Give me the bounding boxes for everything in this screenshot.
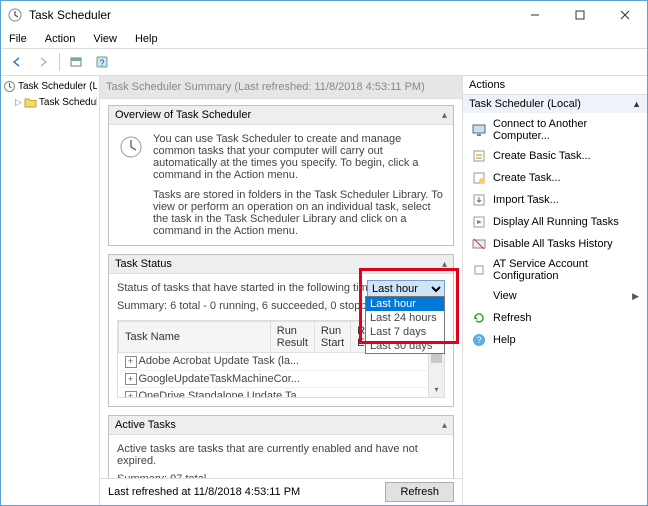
action-refresh[interactable]: Refresh [463,307,647,329]
table-row[interactable]: Adobe Acrobat Update Task (la... [139,355,300,367]
actions-subtitle: Task Scheduler (Local) [469,98,581,110]
task-status-panel: Task Status▴ Status of tasks that have s… [108,254,454,407]
refresh-button[interactable]: Refresh [385,482,454,502]
history-icon [471,236,487,252]
import-icon [471,192,487,208]
tree-panel: Task Scheduler (Local) ▷ Task Scheduler … [1,76,100,505]
menu-view[interactable]: View [89,31,121,47]
menu-file[interactable]: File [5,31,31,47]
tree-root-item[interactable]: Task Scheduler (Local) [3,78,97,94]
refresh-icon [471,310,487,326]
window-title: Task Scheduler [29,8,111,22]
maximize-button[interactable] [557,1,602,29]
time-period-dropdown: Last hour Last 24 hours Last 7 days Last… [365,296,445,354]
status-title: Task Status [115,258,172,270]
toolbar-icon-1[interactable] [64,50,88,74]
toolbar: ? [1,49,647,76]
menu-help[interactable]: Help [131,31,162,47]
collapse-icon[interactable]: ▴ [442,259,447,270]
config-icon [471,262,487,278]
dropdown-option[interactable]: Last 30 days [366,339,444,353]
collapse-icon[interactable]: ▴ [442,110,447,121]
actions-panel: Actions Task Scheduler (Local) ▲ Connect … [462,76,647,505]
overview-p2: Tasks are stored in folders in the Task … [153,189,445,237]
app-icon [7,7,23,23]
expand-row-icon[interactable]: + [125,373,137,385]
svg-text:?: ? [99,58,104,68]
footer-text: Last refreshed at 11/8/2018 4:53:11 PM [108,486,300,498]
svg-text:?: ? [476,335,481,345]
col-runstart[interactable]: Run Start [314,322,350,353]
titlebar: Task Scheduler [1,1,647,29]
action-view[interactable]: View▶ [463,285,647,307]
action-create-task[interactable]: Create Task... [463,167,647,189]
help-button[interactable]: ? [90,50,114,74]
expand-row-icon[interactable]: + [125,391,137,399]
overview-p1: You can use Task Scheduler to create and… [153,133,445,181]
task-icon [471,170,487,186]
collapse-icon[interactable]: ▲ [632,99,641,109]
minimize-button[interactable] [512,1,557,29]
menu-action[interactable]: Action [41,31,80,47]
clock-large-icon [117,133,145,237]
active-tasks-panel: Active Tasks ▴ Active tasks are tasks tha… [108,415,454,478]
action-display-running[interactable]: Display All Running Tasks [463,211,647,233]
actions-title: Actions [463,76,647,95]
action-import[interactable]: Import Task... [463,189,647,211]
help-icon: ? [471,332,487,348]
action-create-basic[interactable]: Create Basic Task... [463,145,647,167]
overview-panel: Overview of Task Scheduler ▴ You can use … [108,105,454,246]
action-help[interactable]: ?Help [463,329,647,351]
close-button[interactable] [602,1,647,29]
expand-row-icon[interactable]: + [125,356,137,368]
action-disable-history[interactable]: Disable All Tasks History [463,233,647,255]
tree-child-item[interactable]: ▷ Task Scheduler Library [3,94,97,110]
dropdown-option[interactable]: Last hour [366,297,444,311]
computer-icon [471,122,487,138]
folder-icon [24,95,37,109]
active-title: Active Tasks [115,419,176,431]
summary-header: Task Scheduler Summary (Last refreshed: … [100,76,462,99]
center-panel: Task Scheduler Summary (Last refreshed: … [100,76,462,505]
back-button[interactable] [5,50,29,74]
action-at-service[interactable]: AT Service Account Configuration [463,255,647,285]
dropdown-option[interactable]: Last 24 hours [366,311,444,325]
menubar: File Action View Help [1,29,647,49]
task-icon [471,148,487,164]
expand-icon[interactable]: ▷ [15,97,22,108]
active-desc: Active tasks are tasks that are currentl… [117,443,445,467]
forward-button[interactable] [31,50,55,74]
clock-icon [3,79,16,93]
overview-title: Overview of Task Scheduler [115,109,251,121]
collapse-icon[interactable]: ▴ [442,420,447,431]
dropdown-option[interactable]: Last 7 days [366,325,444,339]
table-row[interactable]: OneDrive Standalone Update Ta... [139,390,306,398]
active-summary: Summary: 97 total [117,473,445,478]
col-taskname[interactable]: Task Name [119,322,271,353]
table-row[interactable]: GoogleUpdateTaskMachineCor... [139,373,300,385]
running-icon [471,214,487,230]
col-runresult[interactable]: Run Result [270,322,314,353]
action-connect[interactable]: Connect to Another Computer... [463,115,647,145]
footer: Last refreshed at 11/8/2018 4:53:11 PM R… [100,478,462,505]
